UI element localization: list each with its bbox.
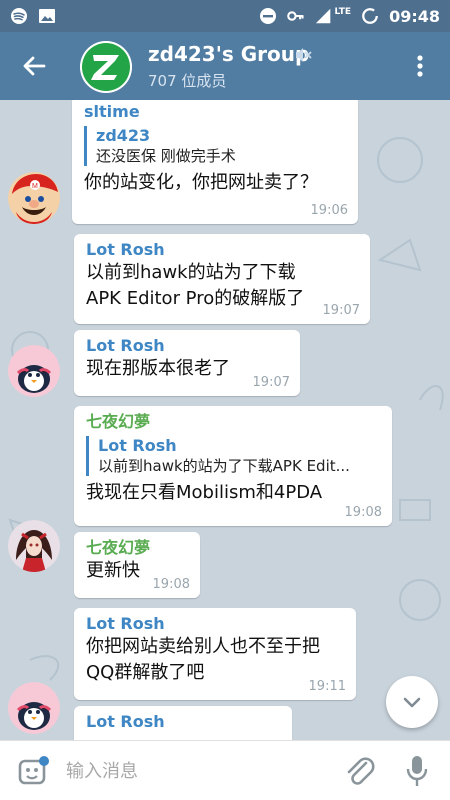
message-time: 19:08 — [152, 577, 190, 592]
clock: 09:48 — [389, 6, 440, 26]
reply-sender: zd423 — [96, 126, 151, 145]
paperclip-icon — [347, 757, 375, 785]
reply-quote[interactable]: zd423 还没医保 刚做完手术 — [84, 126, 346, 166]
message-sender[interactable]: 七夜幻夢 — [86, 412, 380, 432]
message-sender[interactable]: sltime — [84, 102, 346, 122]
message-time: 19:07 — [252, 375, 290, 390]
message-bubble[interactable]: Lot Rosh 以前到hawk的站为了下载 APK Editor Pro的破解… — [74, 234, 370, 324]
message-sender[interactable]: Lot Rosh — [86, 240, 358, 260]
back-button[interactable] — [18, 50, 50, 82]
sticker-button[interactable] — [16, 754, 50, 788]
reply-text: 还没医保 刚做完手术 — [96, 147, 236, 165]
message-bubble[interactable]: 七夜幻夢 Lot Rosh 以前到hawk的站为了下载APK Edit... 我… — [74, 406, 392, 526]
chevron-down-icon — [403, 697, 421, 708]
arrow-left-icon — [23, 56, 46, 76]
do-not-disturb-icon — [259, 7, 277, 25]
message-sender[interactable]: Lot Rosh — [86, 712, 280, 732]
sticker-icon — [18, 756, 49, 785]
network-type: LTE — [334, 7, 352, 17]
avatar-sltime[interactable]: M — [8, 172, 60, 224]
message-time: 19:11 — [308, 679, 346, 694]
message-bubble[interactable]: Lot Rosh — [74, 706, 292, 740]
message-text-line: 你把网站卖给别人也不至于把 — [86, 636, 320, 657]
scroll-to-bottom-button[interactable] — [386, 676, 438, 728]
signal-icon — [315, 7, 333, 25]
message-text-line: QQ群解散了吧 — [86, 662, 205, 683]
message-text-line: 以前到hawk的站为了下载 — [86, 262, 296, 283]
member-count: 707 位成员 — [148, 72, 227, 90]
microphone-icon — [406, 756, 428, 786]
message-text-line: APK Editor Pro的破解版了 — [86, 288, 305, 309]
reply-quote[interactable]: Lot Rosh 以前到hawk的站为了下载APK Edit... — [86, 436, 380, 476]
svg-text:M: M — [32, 183, 38, 190]
spotify-icon — [10, 7, 28, 25]
chat-header: zd423's Group 707 位成员 — [0, 32, 450, 100]
more-options-button[interactable] — [410, 50, 430, 82]
message-time: 19:08 — [344, 505, 382, 520]
status-bar: LTE 09:48 — [0, 0, 450, 32]
message-time: 19:06 — [310, 203, 348, 218]
avatar-lot-rosh[interactable] — [8, 345, 60, 397]
battery-icon — [361, 7, 379, 25]
message-list[interactable]: M sltime zd423 还没医保 刚做完手术 你的站变化，你把网址卖了？ … — [0, 100, 450, 740]
message-sender[interactable]: 七夜幻夢 — [86, 538, 188, 558]
mute-icon — [294, 46, 312, 64]
avatar-lot-rosh[interactable] — [8, 682, 60, 734]
more-vert-icon — [417, 55, 423, 77]
group-avatar[interactable] — [80, 41, 132, 93]
message-time: 19:07 — [322, 303, 360, 318]
microphone-button[interactable] — [404, 753, 430, 789]
avatar-qiye-huanmeng[interactable] — [8, 520, 60, 572]
message-sender[interactable]: Lot Rosh — [86, 614, 344, 634]
reply-text: 以前到hawk的站为了下载APK Edit... — [98, 457, 350, 475]
message-bubble[interactable]: 七夜幻夢 更新快 19:08 — [74, 532, 200, 598]
group-title[interactable]: zd423's Group — [148, 42, 309, 66]
message-bubble[interactable]: sltime zd423 还没医保 刚做完手术 你的站变化，你把网址卖了？ 19… — [72, 100, 358, 224]
message-text: 我现在只看Mobilism和4PDA — [86, 482, 323, 503]
attach-button[interactable] — [342, 753, 376, 789]
message-bubble[interactable]: Lot Rosh 现在那版本很老了 19:07 — [74, 330, 300, 396]
message-text: 你的站变化，你把网址卖了？ — [84, 172, 318, 193]
key-icon — [286, 7, 305, 25]
image-icon — [38, 7, 56, 25]
message-sender[interactable]: Lot Rosh — [86, 336, 288, 356]
message-input[interactable] — [64, 755, 328, 787]
message-composer — [0, 740, 450, 800]
message-bubble[interactable]: Lot Rosh 你把网站卖给别人也不至于把 QQ群解散了吧 19:11 — [74, 608, 356, 700]
reply-sender: Lot Rosh — [98, 436, 177, 455]
